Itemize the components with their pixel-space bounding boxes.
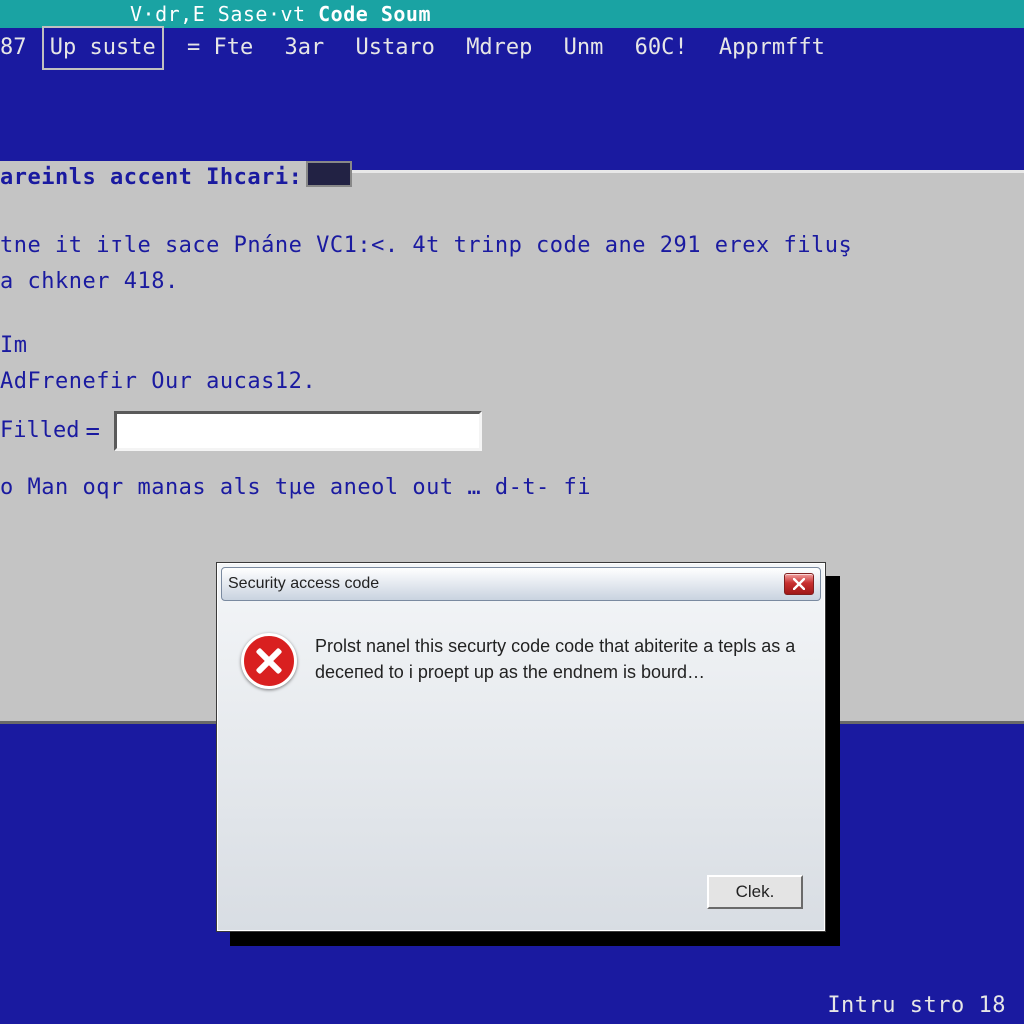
- panel-title-decoration: [306, 161, 352, 187]
- dialog-title: Security access code: [228, 575, 784, 593]
- dialog-titlebar[interactable]: Security access code: [221, 567, 821, 601]
- menu-item-5[interactable]: Unm: [560, 29, 608, 67]
- input-row: Filled =: [0, 411, 1024, 451]
- menu-item-0[interactable]: Up suste: [44, 28, 162, 68]
- dialog-message: Prolst nanel this securty code code that…: [315, 633, 801, 689]
- titlebar-text-prefix: V·dr,E Sase·vt: [130, 2, 318, 26]
- panel-line-5: o Man oqr manas als tµe aneol out … d-t-…: [0, 473, 1024, 503]
- dialog-body: Prolst nanel this securty code code that…: [217, 605, 825, 699]
- menu-item-3[interactable]: Ustaro: [351, 29, 438, 67]
- dialog-footer: Clek.: [707, 875, 803, 909]
- panel-line-4: AdFrenefir Our aucas12.: [0, 367, 1024, 397]
- input-equals: =: [85, 416, 99, 446]
- panel-line-3: Im: [0, 331, 1024, 361]
- error-icon: [241, 633, 297, 689]
- dialog-ok-button[interactable]: Clek.: [707, 875, 803, 909]
- titlebar-text-bold: Code Soum: [318, 2, 431, 26]
- menu-item-7[interactable]: Apprmfft: [715, 29, 829, 67]
- menu-prefix: 87: [0, 35, 27, 60]
- panel-title: areinls accent Ihcari:: [0, 161, 314, 195]
- code-input[interactable]: [114, 411, 482, 451]
- menu-item-1[interactable]: = Fte: [183, 29, 257, 67]
- panel-line-1: tne it iтle sace Pnáne VC1:<. 4t trinp c…: [0, 231, 1024, 261]
- x-icon: [793, 578, 805, 590]
- input-label: Filled: [0, 416, 79, 446]
- security-dialog: Security access code Prolst nanel this s…: [216, 562, 826, 932]
- menu-item-2[interactable]: 3ar: [280, 29, 328, 67]
- close-icon[interactable]: [784, 573, 814, 595]
- panel-line-2: a chkner 418.: [0, 267, 1024, 297]
- menu-item-6[interactable]: 60C!: [631, 29, 692, 67]
- menu-item-4[interactable]: Mdrep: [462, 29, 536, 67]
- app-titlebar: V·dr,E Sase·vt Code Soum: [0, 0, 1024, 28]
- status-bar: Intru stro 18: [827, 993, 1006, 1018]
- menu-bar: 87 Up suste = Fte 3ar Ustaro Mdrep Unm 6…: [0, 28, 1024, 66]
- dialog-icon-wrap: [241, 633, 315, 689]
